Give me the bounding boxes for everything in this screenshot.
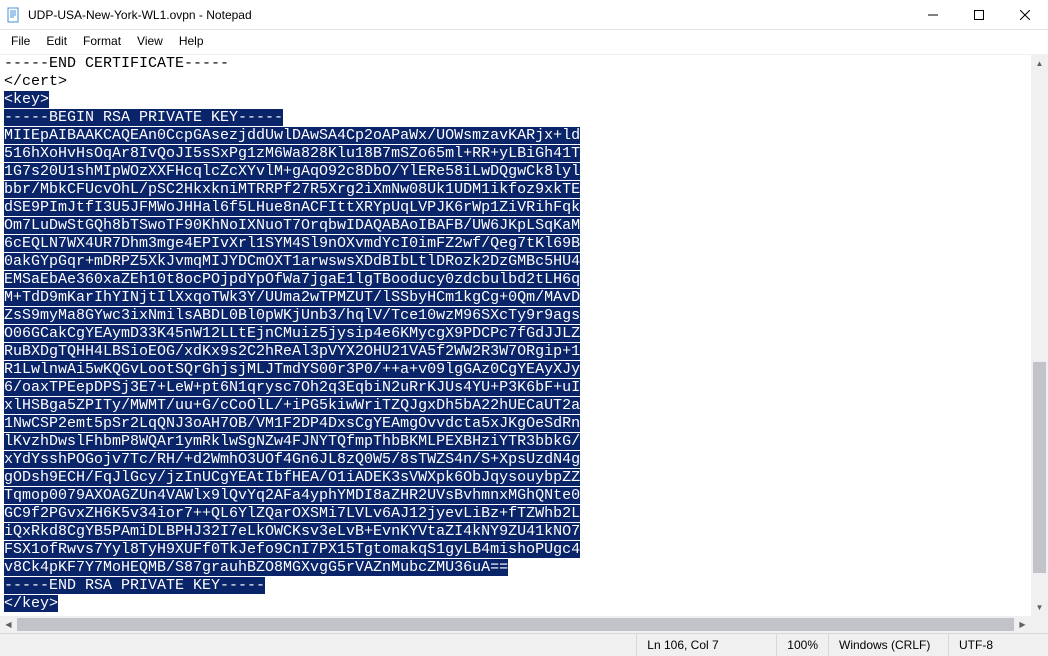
close-button[interactable] [1002,0,1048,29]
text-line-selected[interactable]: ZsS9myMa8GYwc3ixNmilsABDL0Bl0pWKjUnb3/hq… [4,307,1027,325]
text-line-selected[interactable]: 6cEQLN7WX4UR7Dhm3mge4EPIvXrl1SYM4Sl9nOXv… [4,235,1027,253]
menu-format[interactable]: Format [76,32,128,50]
menu-help[interactable]: Help [172,32,211,50]
scrollbar-corner [1031,616,1048,633]
text-line-selected[interactable]: <key> [4,91,1027,109]
horizontal-scroll-track[interactable] [17,616,1014,633]
text-line-selected[interactable]: dSE9PImJtfI3U5JFMWoJHHal6f5LHue8nACFIttX… [4,199,1027,217]
text-line-selected[interactable]: -----END RSA PRIVATE KEY----- [4,577,1027,595]
menu-edit[interactable]: Edit [39,32,74,50]
titlebar: UDP-USA-New-York-WL1.ovpn - Notepad [0,0,1048,30]
vertical-scrollbar[interactable]: ▲ ▼ [1031,55,1048,616]
text-line-selected[interactable]: MIIEpAIBAAKCAQEAn0CcpGAsezjddUwlDAwSA4Cp… [4,127,1027,145]
status-position: Ln 106, Col 7 [636,634,776,656]
window-title: UDP-USA-New-York-WL1.ovpn - Notepad [28,8,910,22]
statusbar: Ln 106, Col 7 100% Windows (CRLF) UTF-8 [0,633,1048,656]
text-line-selected[interactable]: v8Ck4pKF7Y7MoHEQMB/S87grauhBZO8MGXvgG5rV… [4,559,1027,577]
text-line-selected[interactable]: xYdYsshPOGojv7Tc/RH/+d2WmhO3UOf4Gn6JL8zQ… [4,451,1027,469]
status-spacer [0,634,636,656]
horizontal-scrollbar-row: ◀ ▶ [0,616,1048,633]
text-line-selected[interactable]: R1LwlnwAi5wKQGvLootSQrGhjsjMLJTmdYS00r3P… [4,361,1027,379]
text-line-selected[interactable]: FSX1ofRwvs7Yyl8TyH9XUFf0TkJefo9CnI7PX15T… [4,541,1027,559]
horizontal-scrollbar[interactable]: ◀ ▶ [0,616,1031,633]
horizontal-scroll-thumb[interactable] [17,618,1014,631]
status-eol: Windows (CRLF) [828,634,948,656]
text-line[interactable]: </cert> [4,73,1027,91]
text-line-selected[interactable]: 0akGYpGqr+mDRPZ5XkJvmqMIJYDCmOXT1arwswsX… [4,253,1027,271]
text-editor[interactable]: -----END CERTIFICATE-----</cert><key>---… [0,55,1031,616]
text-line-selected[interactable]: lKvzhDwslFhbmP8WQAr1ymRklwSgNZw4FJNYTQfm… [4,433,1027,451]
scroll-right-arrow-icon[interactable]: ▶ [1014,616,1031,633]
text-line-selected[interactable]: EMSaEbAe360xaZEh10t8ocPOjpdYpOfWa7jgaE1l… [4,271,1027,289]
scroll-down-arrow-icon[interactable]: ▼ [1031,599,1048,616]
maximize-button[interactable] [956,0,1002,29]
text-line-selected[interactable]: </key> [4,595,1027,613]
scroll-left-arrow-icon[interactable]: ◀ [0,616,17,633]
text-line-selected[interactable]: xlHSBga5ZPITy/MWMT/uu+G/cCoOlL/+iPG5kiwW… [4,397,1027,415]
notepad-icon [6,7,22,23]
menu-file[interactable]: File [4,32,37,50]
menubar: File Edit Format View Help [0,30,1048,54]
text-line-selected[interactable]: O06GCakCgYEAymD33K45nW12LLtEjnCMuiz5jysi… [4,325,1027,343]
text-line-selected[interactable]: 516hXoHvHsOqAr8IvQoJI5sSxPg1zM6Wa828Klu1… [4,145,1027,163]
text-line-selected[interactable]: Om7LuDwStGQh8bTSwoTF90KhNoIXNuoT7OrqbwID… [4,217,1027,235]
text-line-selected[interactable]: -----BEGIN RSA PRIVATE KEY----- [4,109,1027,127]
text-line-selected[interactable]: 6/oaxTPEepDPSj3E7+LeW+pt6N1qrysc7Oh2q3Eq… [4,379,1027,397]
text-line-selected[interactable]: M+TdD9mKarIhYINjtIlXxqoTWk3Y/UUma2wTPMZU… [4,289,1027,307]
status-zoom: 100% [776,634,828,656]
status-encoding: UTF-8 [948,634,1048,656]
text-line-selected[interactable]: bbr/MbkCFUcvOhL/pSC2HkxkniMTRRPf27R5Xrg2… [4,181,1027,199]
vertical-scroll-track[interactable] [1031,72,1048,599]
minimize-button[interactable] [910,0,956,29]
editor-area: -----END CERTIFICATE-----</cert><key>---… [0,54,1048,616]
text-line-selected[interactable]: RuBXDgTQHH4LBSioEOG/xdKx9s2C2hReAl3pVYX2… [4,343,1027,361]
window-controls [910,0,1048,29]
text-line-selected[interactable]: iQxRkd8CgYB5PAmiDLBPHJ32I7eLkOWCKsv3eLvB… [4,523,1027,541]
vertical-scroll-thumb[interactable] [1033,362,1046,573]
text-line-selected[interactable]: Tqmop0079AXOAGZUn4VAWlx9lQvYq2AFa4yphYMD… [4,487,1027,505]
menu-view[interactable]: View [130,32,170,50]
text-line-selected[interactable]: GC9f2PGvxZH6K5v34ior7++QL6YlZQarOXSMi7LV… [4,505,1027,523]
scroll-up-arrow-icon[interactable]: ▲ [1031,55,1048,72]
text-line-selected[interactable]: 1NwCSP2emt5pSr2LqQNJ3oAH7OB/VM1F2DP4DxsC… [4,415,1027,433]
text-line-selected[interactable]: 1G7s20U1shMIpWOzXXFHcqlcZcXYvlM+gAqO92c8… [4,163,1027,181]
text-line-selected[interactable]: gODsh9ECH/FqJlGcy/jzInUCgYEAtIbfHEA/O1iA… [4,469,1027,487]
text-line[interactable]: -----END CERTIFICATE----- [4,55,1027,73]
